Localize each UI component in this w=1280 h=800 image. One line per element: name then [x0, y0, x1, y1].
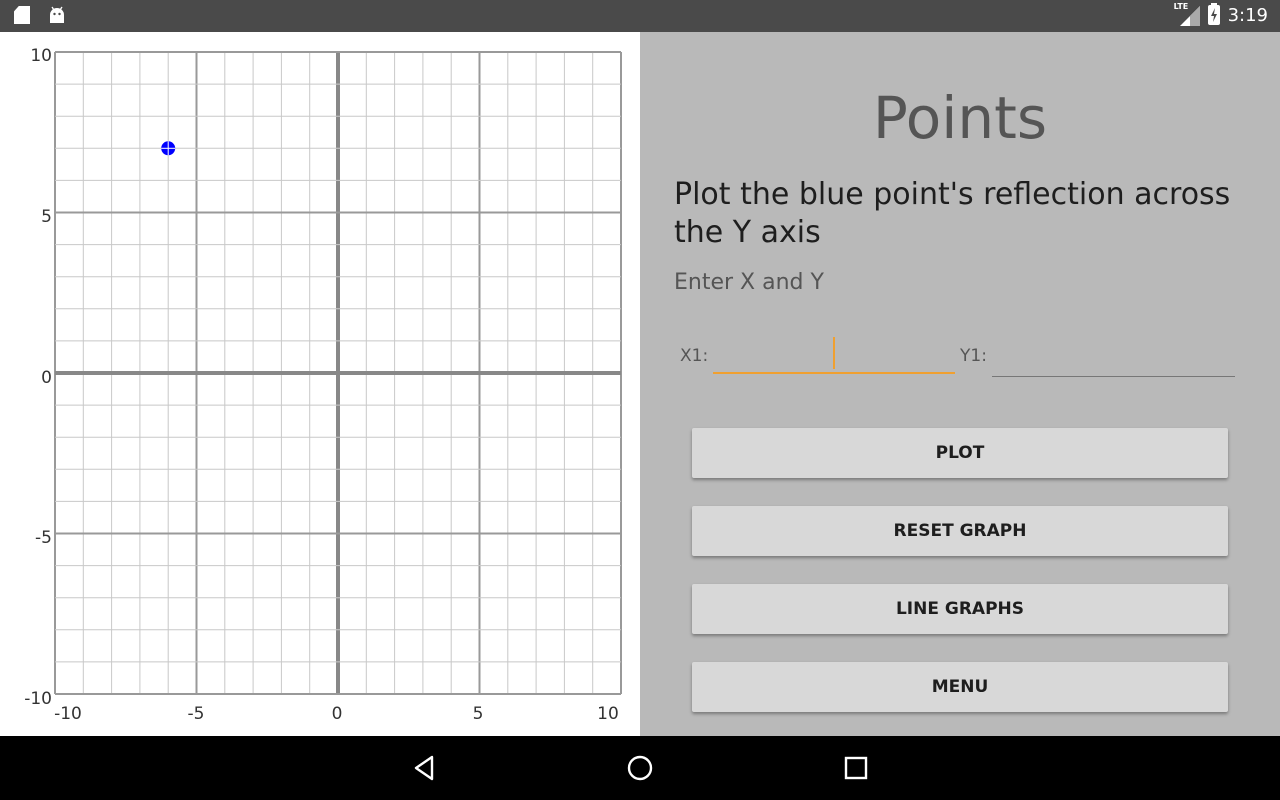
recents-icon[interactable] [842, 754, 870, 782]
text-cursor [833, 337, 835, 369]
x-tick-label: -10 [54, 704, 82, 724]
x-tick-label: 0 [332, 704, 343, 724]
android-icon [50, 6, 64, 23]
clock-time: 3:19 [1227, 4, 1268, 26]
control-panel: Points Plot the blue point's reflection … [640, 32, 1280, 736]
sub-instruction-text: Enter X and Y [674, 270, 824, 295]
x1-label: X1: [680, 346, 709, 366]
graph-panel[interactable]: 10 5 0 -5 -10 -10 -5 0 5 10 [0, 32, 640, 736]
y-tick-label: -5 [35, 528, 52, 548]
x1-input-underline [713, 372, 955, 374]
instruction-text: Plot the blue point's reflection across … [674, 177, 1231, 250]
back-icon[interactable] [410, 754, 438, 782]
y-tick-label: -10 [24, 689, 52, 709]
y1-label: Y1: [960, 346, 987, 366]
navigation-bar [0, 736, 1280, 800]
y1-input-underline [992, 376, 1235, 377]
home-icon[interactable] [626, 754, 654, 782]
status-bar: LTE 3:19 [0, 0, 1280, 32]
network-type-label: LTE [1173, 2, 1189, 11]
reset-graph-button[interactable]: RESET GRAPH [692, 506, 1228, 556]
x1-input[interactable] [713, 334, 959, 374]
x-tick-label: -5 [188, 704, 205, 724]
y1-input[interactable] [992, 337, 1239, 377]
signal-icon: LTE [1173, 2, 1200, 26]
y-tick-label: 10 [30, 46, 52, 66]
y-tick-label: 0 [41, 368, 52, 388]
menu-button[interactable]: MENU [692, 662, 1228, 712]
x-tick-label: 10 [597, 704, 619, 724]
sd-card-icon [14, 6, 30, 24]
page-title: Points [872, 84, 1048, 152]
plotted-point [161, 141, 176, 156]
line-graphs-button[interactable]: LINE GRAPHS [692, 584, 1228, 634]
plot-button[interactable]: PLOT [692, 428, 1228, 478]
battery-charging-icon [1207, 3, 1220, 25]
y-tick-label: 5 [41, 207, 52, 227]
x-tick-label: 5 [473, 704, 484, 724]
coordinate-graph[interactable]: 10 5 0 -5 -10 -10 -5 0 5 10 [0, 32, 640, 736]
